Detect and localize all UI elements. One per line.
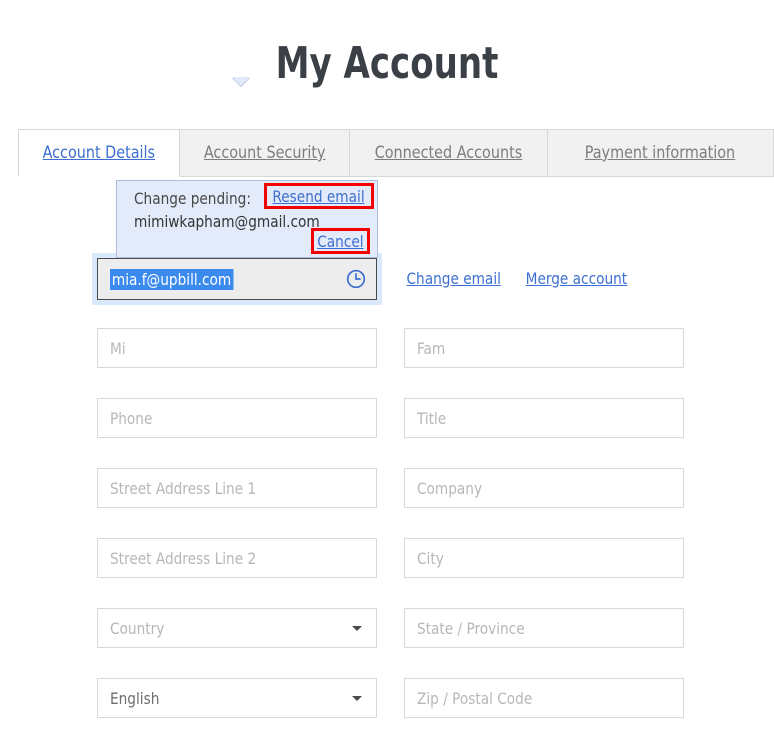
company-placeholder: Company — [417, 478, 483, 498]
state-province-field[interactable]: State / Province — [404, 608, 684, 648]
form-row: Street Address Line 1 Company — [0, 468, 774, 538]
zip-postal-code-field[interactable]: Zip / Postal Code — [404, 678, 684, 718]
page-title: My Account — [275, 38, 499, 89]
account-details-form: mia.f@upbill.com Change email Merge acco… — [0, 253, 774, 735]
street-address-1-placeholder: Street Address Line 1 — [110, 478, 257, 498]
form-row: Street Address Line 2 City — [0, 538, 774, 608]
company-field[interactable]: Company — [404, 468, 684, 508]
my-account-page: My Account Account Details Account Secur… — [0, 0, 774, 735]
city-field[interactable]: City — [404, 538, 684, 578]
street-address-2-field[interactable]: Street Address Line 2 — [97, 538, 377, 578]
family-name-field[interactable]: Fam — [404, 328, 684, 368]
merge-account-link[interactable]: Merge account — [526, 269, 627, 288]
change-pending-label: Change pending: — [134, 189, 251, 208]
chevron-down-icon — [352, 696, 362, 701]
country-select[interactable]: Country — [97, 608, 377, 648]
tab-label: Payment information — [585, 143, 736, 163]
email-input-wrapper: mia.f@upbill.com — [92, 253, 382, 305]
language-selected-value: English — [110, 688, 160, 708]
change-email-link[interactable]: Change email — [406, 269, 500, 288]
account-tabs: Account Details Account Security Connect… — [18, 129, 774, 177]
street-address-2-placeholder: Street Address Line 2 — [110, 548, 257, 568]
tab-label: Account Security — [203, 143, 326, 163]
form-row: Mi Fam — [0, 328, 774, 398]
street-address-1-field[interactable]: Street Address Line 1 — [97, 468, 377, 508]
city-placeholder: City — [417, 548, 444, 568]
tab-account-security[interactable]: Account Security — [179, 129, 350, 177]
pending-email-value: mimiwkapham@gmail.com — [134, 212, 320, 231]
tab-connected-accounts[interactable]: Connected Accounts — [350, 129, 548, 177]
state-province-placeholder: State / Province — [417, 618, 525, 638]
zip-postal-code-placeholder: Zip / Postal Code — [417, 688, 533, 708]
tab-account-details[interactable]: Account Details — [18, 129, 180, 177]
country-placeholder: Country — [110, 618, 165, 638]
middle-name-field[interactable]: Mi — [97, 328, 377, 368]
clock-icon — [346, 269, 366, 289]
email-row: mia.f@upbill.com Change email Merge acco… — [0, 253, 774, 328]
title-field[interactable]: Title — [404, 398, 684, 438]
form-row: English Zip / Postal Code — [0, 678, 774, 735]
email-input-value: mia.f@upbill.com — [110, 268, 234, 290]
phone-field[interactable]: Phone — [97, 398, 377, 438]
email-input[interactable]: mia.f@upbill.com — [97, 258, 377, 300]
form-row: Phone Title — [0, 398, 774, 468]
form-row: Country State / Province — [0, 608, 774, 678]
cancel-link[interactable]: Cancel — [317, 232, 363, 251]
phone-placeholder: Phone — [110, 408, 153, 428]
title-placeholder: Title — [417, 408, 447, 428]
tab-payment-information[interactable]: Payment information — [547, 129, 774, 177]
popover-arrow — [232, 77, 250, 86]
chevron-down-icon — [352, 626, 362, 631]
family-name-placeholder: Fam — [417, 338, 446, 358]
tab-label: Connected Accounts — [374, 143, 523, 163]
cancel-highlight-box: Cancel — [311, 228, 370, 254]
resend-email-link[interactable]: Resend email — [273, 187, 365, 206]
language-select[interactable]: English — [97, 678, 377, 718]
tab-label: Account Details — [42, 143, 156, 163]
middle-name-placeholder: Mi — [110, 338, 126, 358]
email-actions: Change email Merge account — [404, 269, 630, 288]
resend-email-highlight-box: Resend email — [264, 183, 374, 209]
